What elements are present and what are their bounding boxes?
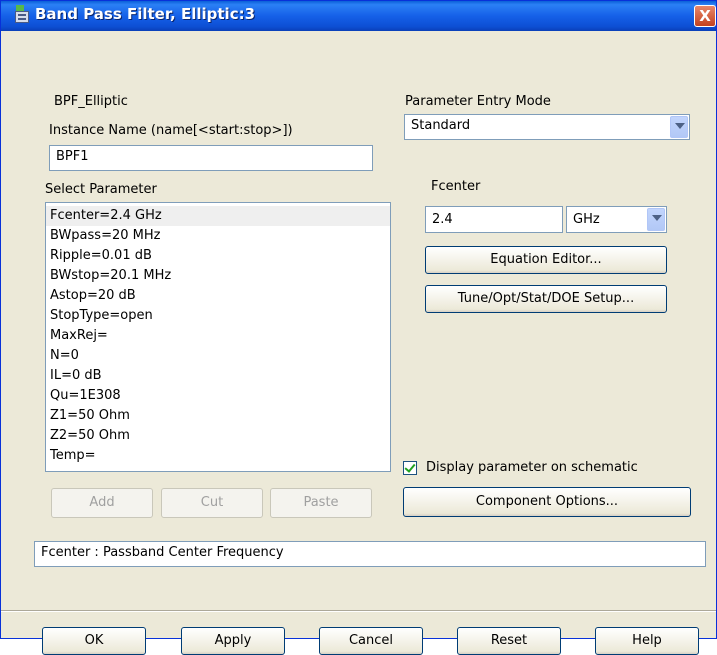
close-button[interactable]: X	[694, 5, 716, 27]
cut-button[interactable]: Cut	[161, 488, 263, 518]
cancel-button[interactable]: Cancel	[319, 627, 423, 655]
entry-mode-value: Standard	[411, 118, 471, 133]
ok-button[interactable]: OK	[42, 627, 146, 655]
list-item[interactable]: MaxRej=	[46, 326, 390, 346]
equation-editor-button[interactable]: Equation Editor...	[425, 246, 667, 274]
footer-divider	[1, 610, 716, 612]
entry-mode-select[interactable]: Standard	[404, 114, 690, 140]
list-item[interactable]: Z2=50 Ohm	[46, 426, 390, 446]
display-parameter-label: Display parameter on schematic	[426, 460, 638, 475]
chevron-down-icon[interactable]	[670, 116, 688, 138]
component-name: BPF_Elliptic	[54, 94, 128, 109]
tune-setup-button[interactable]: Tune/Opt/Stat/DOE Setup...	[425, 285, 667, 313]
instance-name-input[interactable]: BPF1	[49, 145, 373, 171]
select-parameter-label: Select Parameter	[45, 182, 157, 197]
list-item[interactable]: IL=0 dB	[46, 366, 390, 386]
window-title: Band Pass Filter, Elliptic:3	[35, 5, 256, 23]
add-button[interactable]: Add	[51, 488, 153, 518]
parameter-value-input[interactable]: 2.4	[425, 206, 563, 233]
display-parameter-checkbox[interactable]	[403, 461, 417, 475]
list-item[interactable]: Z1=50 Ohm	[46, 406, 390, 426]
apply-button[interactable]: Apply	[181, 627, 285, 655]
list-item[interactable]: StopType=open	[46, 306, 390, 326]
component-options-button[interactable]: Component Options...	[403, 487, 691, 517]
paste-button[interactable]: Paste	[270, 488, 372, 518]
dialog-window: Band Pass Filter, Elliptic:3 X BPF_Ellip…	[0, 0, 717, 655]
parameter-list[interactable]: Fcenter=2.4 GHz BWpass=20 MHz Ripple=0.0…	[45, 202, 391, 472]
list-item[interactable]: Temp=	[46, 446, 390, 466]
entry-mode-label: Parameter Entry Mode	[405, 94, 551, 109]
chevron-down-icon[interactable]	[647, 208, 665, 231]
help-button[interactable]: Help	[595, 627, 699, 655]
app-icon	[15, 5, 29, 23]
list-item[interactable]: Astop=20 dB	[46, 286, 390, 306]
list-item[interactable]: BWpass=20 MHz	[46, 226, 390, 246]
list-item[interactable]: N=0	[46, 346, 390, 366]
parameter-name-label: Fcenter	[431, 179, 481, 194]
list-item[interactable]: Fcenter=2.4 GHz	[46, 206, 390, 226]
parameter-description: Fcenter : Passband Center Frequency	[34, 541, 706, 567]
unit-value: GHz	[573, 212, 600, 227]
list-item[interactable]: BWstop=20.1 MHz	[46, 266, 390, 286]
list-item[interactable]: Ripple=0.01 dB	[46, 246, 390, 266]
list-item[interactable]: Qu=1E308	[46, 386, 390, 406]
title-bar[interactable]: Band Pass Filter, Elliptic:3 X	[1, 1, 716, 31]
unit-select[interactable]: GHz	[566, 206, 667, 233]
instance-name-label: Instance Name (name[<start:stop>])	[49, 123, 293, 138]
reset-button[interactable]: Reset	[457, 627, 561, 655]
